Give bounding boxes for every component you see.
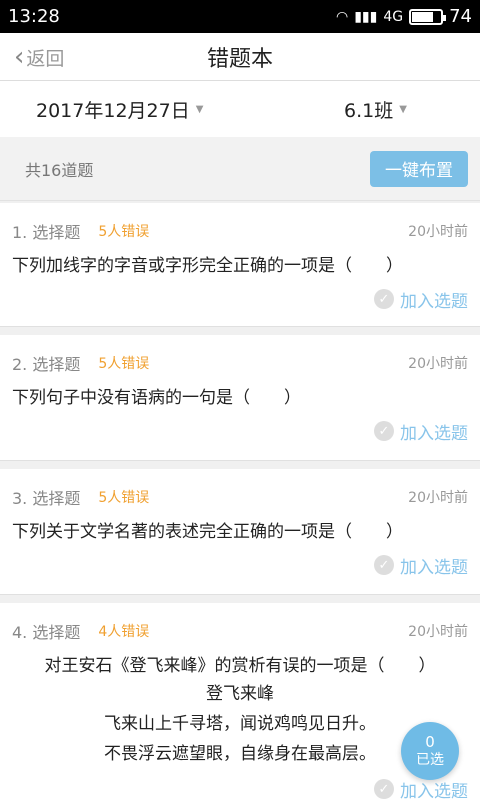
check-circle-icon: ✓ — [374, 289, 394, 309]
add-label: 加入选题 — [400, 291, 468, 312]
question-header: 1. 选择题 5人错误 — [12, 217, 468, 245]
question-time: 20小时前 — [408, 624, 468, 640]
check-circle-icon: ✓ — [374, 779, 394, 799]
selected-count: 0 — [425, 733, 435, 751]
question-time: 20小时前 — [408, 356, 468, 372]
question-footer: ✓ 加入选题 — [12, 411, 468, 451]
check-circle-icon: ✓ — [374, 421, 394, 441]
question-card[interactable]: 2. 选择题 5人错误 20小时前 下列句子中没有语病的一句是（ ） ✓ 加入选… — [0, 335, 480, 461]
add-to-selection-button[interactable]: ✓ 加入选题 — [374, 777, 468, 800]
battery-fill — [412, 11, 433, 22]
status-bar: 13:28 ◠ ▮▮▮ 4G 74 — [0, 0, 480, 33]
question-time: 20小时前 — [408, 224, 468, 240]
selected-fab-button[interactable]: 0 已选 — [401, 722, 459, 780]
error-count-badge: 5人错误 — [98, 356, 150, 372]
filter-bar: 2017年12月27日 ▼ 6.1班 ▼ — [0, 81, 480, 137]
status-icons: ◠ ▮▮▮ 4G 74 — [336, 6, 472, 27]
question-header: 4. 选择题 4人错误 — [12, 617, 468, 645]
poem-line: 飞来山上千寻塔，闻说鸡鸣见日升。 — [104, 714, 376, 734]
question-text: 下列关于文学名著的表述完全正确的一项是（ ） — [12, 522, 403, 542]
poem-line: 不畏浮云遮望眼，自缘身在最高层。 — [104, 744, 376, 764]
date-value: 2017年12月27日 — [36, 99, 190, 122]
signal-icon: ▮▮▮ — [354, 8, 378, 25]
add-label: 加入选题 — [400, 557, 468, 578]
question-card[interactable]: 1. 选择题 5人错误 20小时前 下列加线字的字音或字形完全正确的一项是（ ）… — [0, 203, 480, 327]
back-button[interactable]: ‹ 返回 — [14, 33, 64, 81]
summary-bar: 共16道题 一键布置 — [0, 137, 480, 201]
question-time: 20小时前 — [408, 490, 468, 506]
status-time: 13:28 — [8, 6, 60, 27]
question-list: 1. 选择题 5人错误 20小时前 下列加线字的字音或字形完全正确的一项是（ ）… — [0, 203, 480, 800]
assign-all-button[interactable]: 一键布置 — [370, 150, 468, 187]
question-header: 3. 选择题 5人错误 — [12, 483, 468, 511]
add-to-selection-button[interactable]: ✓ 加入选题 — [374, 419, 468, 444]
poem-title: 登飞来峰 — [206, 684, 274, 704]
add-to-selection-button[interactable]: ✓ 加入选题 — [374, 287, 468, 312]
question-type: 4. 选择题 — [12, 623, 81, 642]
caret-down-icon: ▼ — [399, 103, 407, 115]
question-type: 1. 选择题 — [12, 223, 81, 242]
date-dropdown[interactable]: 2017年12月27日 ▼ — [36, 96, 203, 123]
network-type: 4G — [383, 8, 404, 25]
add-to-selection-button[interactable]: ✓ 加入选题 — [374, 553, 468, 578]
add-label: 加入选题 — [400, 781, 468, 800]
back-label: 返回 — [26, 47, 65, 70]
chevron-left-icon: ‹ — [14, 42, 25, 72]
question-type: 3. 选择题 — [12, 489, 81, 508]
class-value: 6.1班 — [344, 99, 394, 122]
question-footer: ✓ 加入选题 — [12, 279, 468, 319]
selected-label: 已选 — [416, 752, 444, 768]
question-footer: ✓ 加入选题 — [12, 545, 468, 585]
question-count: 共16道题 — [25, 160, 94, 180]
nav-bar: ‹ 返回 错题本 — [0, 33, 480, 81]
check-circle-icon: ✓ — [374, 555, 394, 575]
class-dropdown[interactable]: 6.1班 ▼ — [344, 96, 407, 123]
caret-down-icon: ▼ — [195, 103, 204, 115]
question-text: 下列加线字的字音或字形完全正确的一项是（ ） — [12, 256, 403, 276]
question-card[interactable]: 3. 选择题 5人错误 20小时前 下列关于文学名著的表述完全正确的一项是（ ）… — [0, 469, 480, 595]
error-count-badge: 5人错误 — [98, 490, 150, 506]
wifi-icon: ◠ — [335, 8, 349, 25]
error-count-badge: 4人错误 — [98, 624, 150, 640]
error-count-badge: 5人错误 — [98, 224, 150, 240]
question-type: 2. 选择题 — [12, 355, 81, 374]
question-footer: ✓ 加入选题 — [12, 769, 468, 800]
page-title: 错题本 — [206, 46, 273, 72]
add-label: 加入选题 — [400, 423, 468, 444]
battery-level: 74 — [449, 6, 472, 27]
battery-icon — [409, 8, 447, 25]
question-header: 2. 选择题 5人错误 — [12, 349, 468, 377]
question-text: 下列句子中没有语病的一句是（ ） — [12, 388, 301, 408]
question-text: 对王安石《登飞来峰》的赏析有误的一项是（ ） — [44, 656, 436, 676]
